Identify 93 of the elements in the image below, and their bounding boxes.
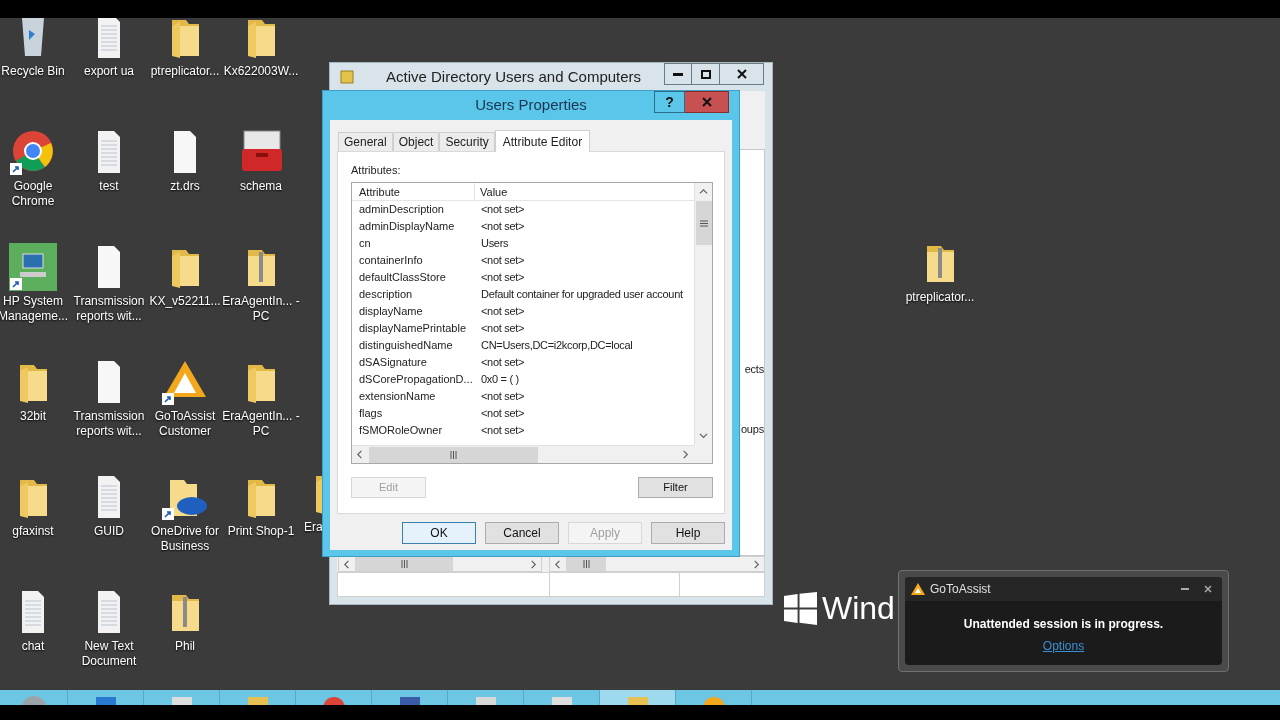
desktop-icon-label[interactable]: GoToAssist Customer	[146, 409, 224, 439]
dialog-title: Users Properties	[474, 95, 588, 116]
desktop-icon-label[interactable]: Print Shop-1	[222, 524, 300, 539]
attributes-label: Attributes:	[351, 163, 402, 177]
attribute-list[interactable]	[351, 182, 713, 464]
desktop-icon-label[interactable]: New Text Document	[70, 639, 148, 669]
attribute-name-cell[interactable]: defaultClassStore	[352, 269, 475, 286]
dialog-button[interactable]: Cancel	[485, 522, 559, 544]
grip-icon	[699, 219, 708, 227]
close-icon[interactable]	[1204, 585, 1212, 593]
computer-icon[interactable]	[8, 242, 58, 292]
attribute-value-cell[interactable]: <not set>	[475, 320, 525, 337]
attribute-name-cell[interactable]: flags	[352, 405, 475, 422]
app-icon[interactable]	[397, 694, 422, 705]
attribute-value-cell[interactable]: <not set>	[475, 422, 525, 439]
attribute-name-cell[interactable]: dSCorePropagationD...	[352, 371, 475, 388]
window-title: Active Directory Users and Computers	[386, 66, 642, 87]
attribute-value-cell[interactable]: <not set>	[475, 201, 525, 218]
dialog-button[interactable]: Help	[651, 522, 725, 544]
column-header[interactable]: Attribute	[352, 183, 475, 200]
filter-button[interactable]: Filter	[638, 477, 713, 498]
windows-wordmark: Wind	[822, 589, 895, 628]
desktop-icon-label[interactable]: OneDrive for Business	[146, 524, 224, 554]
attribute-name-cell[interactable]: adminDisplayName	[352, 218, 475, 235]
attribute-name-cell[interactable]: extensionName	[352, 388, 475, 405]
vertical-scrollbar[interactable]	[694, 183, 712, 445]
maximize-icon	[700, 69, 711, 79]
desktop-icon-label[interactable]: Transmission reports wit...	[70, 294, 148, 324]
desktop-icon-label[interactable]: gfaxinst	[0, 524, 72, 539]
desktop-icon-label[interactable]: Era	[304, 520, 323, 535]
close-icon	[736, 69, 747, 79]
attribute-name-cell[interactable]: fSMORoleOwner	[352, 422, 475, 439]
minimize-button[interactable]	[664, 63, 692, 85]
desktop-icon-label[interactable]: Transmission reports wit...	[70, 409, 148, 439]
desktop-icon-label[interactable]: EraAgentIn... - PC	[222, 294, 300, 324]
desktop-icon-label[interactable]: zt.drs	[146, 179, 224, 194]
attribute-value-cell[interactable]: <not set>	[475, 218, 525, 235]
attribute-value-cell[interactable]: <not set>	[475, 269, 525, 286]
maximize-button[interactable]	[692, 63, 720, 85]
desktop-icon-label[interactable]: Recycle Bin	[0, 64, 72, 79]
grip-icon	[450, 450, 457, 459]
desktop-icon-label[interactable]: EraAgentIn... - PC	[222, 409, 300, 439]
attribute-name-cell[interactable]: displayNamePrintable	[352, 320, 475, 337]
horizontal-scrollbar[interactable]	[352, 445, 694, 463]
notification-app-name: GoToAssist	[930, 581, 991, 598]
dialog-button[interactable]: OK	[402, 522, 476, 544]
attribute-value-cell[interactable]: Users	[475, 235, 509, 252]
minimize-icon	[673, 72, 683, 76]
attribute-name-cell[interactable]: description	[352, 286, 475, 303]
help-button[interactable]: ?	[654, 91, 685, 113]
attribute-value-cell[interactable]: <not set>	[475, 303, 525, 320]
desktop-icon-label[interactable]: KX_v52211...	[146, 294, 224, 309]
options-link[interactable]: Options	[1042, 637, 1085, 655]
attribute-value-cell[interactable]: <not set>	[475, 405, 525, 422]
desktop-icon-label[interactable]: Phil	[146, 639, 224, 654]
grip-icon	[400, 560, 408, 568]
attribute-name-cell[interactable]: containerInfo	[352, 252, 475, 269]
desktop-icon-label[interactable]: chat	[0, 639, 72, 654]
attribute-value-cell[interactable]: <not set>	[475, 252, 525, 269]
close-button[interactable]	[720, 63, 764, 85]
attribute-name-cell[interactable]: cn	[352, 235, 475, 252]
attribute-name-cell[interactable]: displayName	[352, 303, 475, 320]
attribute-name-cell[interactable]: adminDescription	[352, 201, 475, 218]
attribute-value-cell[interactable]: Default container for upgraded user account	[475, 286, 683, 303]
tab[interactable]: Security	[439, 132, 495, 151]
desktop-icon-label[interactable]: export ua	[70, 64, 148, 79]
attribute-value-cell[interactable]: <not set>	[475, 388, 525, 405]
attribute-name-cell[interactable]: distinguishedName	[352, 337, 475, 354]
triangle-logo-icon	[911, 583, 925, 595]
attribute-value-cell[interactable]: 0x0 = ( )	[475, 371, 519, 388]
tab[interactable]: Attribute Editor	[494, 130, 591, 152]
list-item-label[interactable]: oups	[740, 420, 764, 437]
desktop-icon-label[interactable]: Kx622003W...	[222, 64, 300, 79]
tab[interactable]: Object	[392, 132, 440, 151]
attribute-name-cell[interactable]: dSASignature	[352, 354, 475, 371]
tab[interactable]: General	[338, 132, 393, 151]
column-header[interactable]: Value	[475, 183, 694, 200]
attribute-value-cell[interactable]: CN=Users,DC=i2kcorp,DC=local	[475, 337, 633, 354]
windows-logo-icon	[784, 591, 817, 625]
window-app-icon	[340, 70, 354, 84]
notification-message: Unattended session is in progress.	[962, 616, 1165, 633]
grip-icon	[582, 560, 590, 568]
close-icon	[701, 97, 712, 107]
desktop-icon-label[interactable]: Google Chrome	[0, 179, 72, 209]
desktop-icon-label[interactable]: GUID	[70, 524, 148, 539]
desktop-icon-label[interactable]: test	[70, 179, 148, 194]
desktop-icon-label[interactable]: ptreplicator...	[901, 290, 979, 305]
desktop-icon-label[interactable]: schema	[222, 179, 300, 194]
desktop-icon-label[interactable]: ptreplicator...	[146, 64, 224, 79]
start-icon[interactable]	[21, 694, 46, 705]
desktop-icon-label[interactable]: 32bit	[0, 409, 72, 424]
attribute-value-cell[interactable]: <not set>	[475, 354, 525, 371]
list-item-label[interactable]: ects	[744, 361, 764, 378]
